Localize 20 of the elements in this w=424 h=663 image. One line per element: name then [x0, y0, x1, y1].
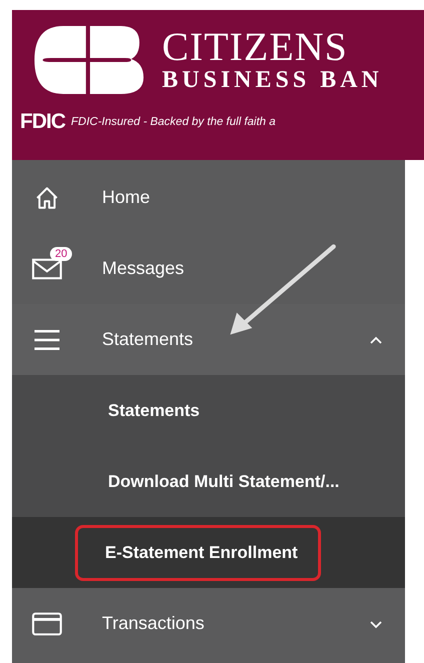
item-label: Statements	[102, 329, 194, 350]
sidebar-item[interactable]: Home	[12, 162, 405, 233]
chevron-down-icon	[369, 618, 383, 628]
item-label: Messages	[102, 258, 186, 279]
fdic-notice: FDIC-Insured - Backed by the full faith a	[71, 116, 276, 128]
submenu-item[interactable]: E-Statement Enrollment	[12, 517, 405, 588]
unread-count-badge: 20	[50, 246, 72, 260]
submenu-item[interactable]: Statements	[12, 375, 405, 446]
bank-name: CITIZENS	[162, 27, 349, 67]
submenu-item[interactable]: Download Multi Statement/...	[12, 446, 405, 517]
item-label: Transactions	[102, 613, 206, 634]
fdic-logo: FDIC	[20, 110, 65, 134]
mail-icon	[32, 256, 62, 282]
sidebar-item[interactable]: Transactions	[12, 588, 405, 659]
card-icon	[32, 610, 62, 636]
item-label: Home	[102, 187, 152, 208]
sidebar-item[interactable]: 20 Messages	[12, 233, 405, 304]
highlight-box: E-Statement Enrollment	[75, 524, 321, 580]
bank-subtitle: BUSINESS BAN	[162, 67, 383, 93]
chevron-up-icon	[369, 334, 383, 344]
